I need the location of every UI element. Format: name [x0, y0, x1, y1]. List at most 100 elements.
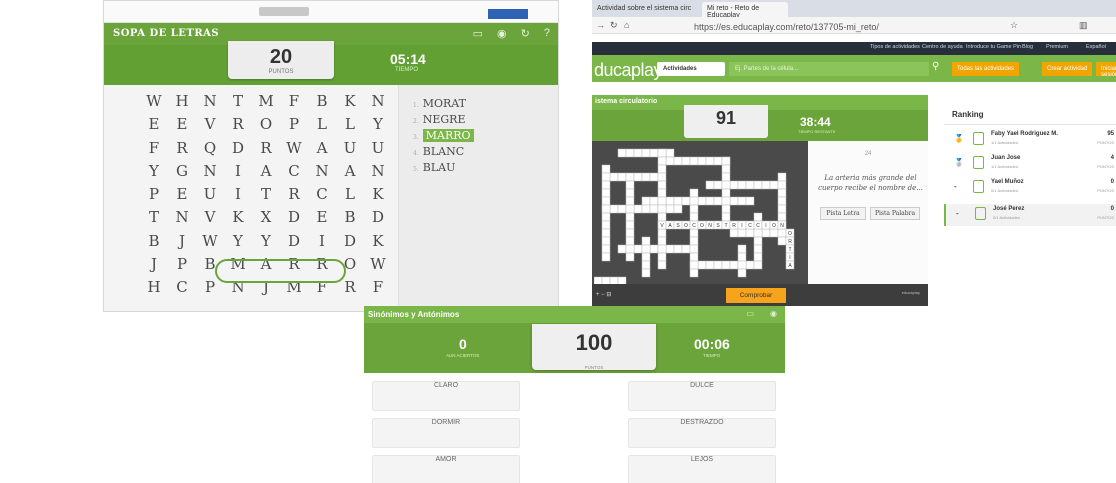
ranking-row[interactable]: 🥈 Juan Jose 1/1 Actividades 4 PUNTOS [944, 153, 1116, 175]
crossword-cell[interactable] [657, 164, 667, 174]
crossword-cell[interactable] [689, 188, 699, 198]
grid-letter[interactable]: B [140, 230, 168, 253]
crossword-cell[interactable] [697, 196, 707, 206]
grid-letter[interactable]: D [364, 206, 392, 229]
crossword-cell[interactable] [625, 180, 635, 190]
crossword-cell[interactable] [649, 172, 659, 182]
crossword-cell[interactable] [721, 260, 731, 270]
grid-letter[interactable]: K [224, 206, 252, 229]
grid-letter[interactable]: C [308, 183, 336, 206]
crossword-cell[interactable] [753, 244, 763, 254]
crossword-cell[interactable] [641, 244, 651, 254]
crossword-cell[interactable] [617, 244, 627, 254]
grid-letter[interactable]: B [336, 206, 364, 229]
crossword-cell[interactable] [673, 244, 683, 254]
crossword-cell[interactable] [601, 228, 611, 238]
crossword-cell[interactable] [641, 196, 651, 206]
grid-letter[interactable]: X [252, 206, 280, 229]
crossword-cell[interactable] [601, 164, 611, 174]
grid-letter[interactable]: C [280, 160, 308, 183]
grid-letter[interactable]: W [280, 137, 308, 160]
ranking-row[interactable]: 🥇 Faby Yael Rodriguez M. 1/1 Actividades 95… [944, 129, 1116, 151]
search-input[interactable]: Ej. Partes de la célula... [729, 62, 929, 76]
grid-letter[interactable]: F [280, 90, 308, 113]
grid-letter[interactable]: R [280, 183, 308, 206]
crossword-cell[interactable] [657, 204, 667, 214]
grid-letter[interactable]: R [252, 137, 280, 160]
back-icon[interactable]: → [596, 20, 605, 30]
crossword-cell[interactable] [601, 212, 611, 222]
library-icon[interactable]: ▥ [1079, 20, 1088, 31]
top-nav-link[interactable]: Introduce tu Game Pin [966, 44, 1021, 50]
grid-letter[interactable]: F [140, 137, 168, 160]
crossword-cell[interactable] [617, 276, 627, 284]
grid-letter[interactable]: U [196, 183, 224, 206]
crossword-cell[interactable] [617, 204, 627, 214]
crossword-cell[interactable] [625, 236, 635, 246]
crossword-cell[interactable] [689, 268, 699, 278]
crossword-cell[interactable] [641, 148, 651, 158]
crossword-cell[interactable] [737, 252, 747, 262]
grid-letter[interactable]: Y [252, 230, 280, 253]
crossword-cell[interactable] [689, 196, 699, 206]
word-card-right[interactable]: DESTRAZDO [628, 418, 776, 448]
crossword-cell[interactable] [777, 180, 787, 190]
crossword-cell[interactable] [705, 196, 715, 206]
crossword-cell[interactable] [721, 172, 731, 182]
grid-letter[interactable]: M [252, 90, 280, 113]
grid-letter[interactable]: Q [196, 137, 224, 160]
crossword-cell[interactable] [641, 252, 651, 262]
ranking-row[interactable]: - Yael Muñoz 0/1 Actividades 0 PUNTOS [944, 177, 1116, 199]
grid-letter[interactable]: T [224, 90, 252, 113]
grid-letter[interactable]: O [252, 113, 280, 136]
crossword-cell[interactable] [769, 228, 779, 238]
fullscreen-icon[interactable]: ▭ [473, 27, 483, 40]
crossword-cell[interactable] [697, 260, 707, 270]
crossword-cell[interactable] [594, 276, 603, 284]
crossword-cell[interactable] [721, 204, 731, 214]
top-nav-link[interactable]: Centro de ayuda [922, 44, 963, 50]
crossword-cell[interactable] [665, 148, 675, 158]
volume-icon[interactable]: ◉ [770, 309, 777, 318]
crossword-cell[interactable] [777, 188, 787, 198]
crossword-cell[interactable] [777, 196, 787, 206]
grid-letter[interactable]: W [196, 230, 224, 253]
crossword-cell[interactable] [657, 252, 667, 262]
grid-letter[interactable]: A [252, 160, 280, 183]
grid-letter[interactable]: C [168, 276, 196, 299]
crossword-cell[interactable] [625, 204, 635, 214]
grid-letter[interactable]: E [168, 113, 196, 136]
crossword-cell[interactable] [657, 188, 667, 198]
crossword-cell[interactable] [777, 236, 787, 246]
crossword-cell[interactable] [737, 196, 747, 206]
crossword-cell[interactable] [633, 204, 643, 214]
grid-letter[interactable]: H [168, 90, 196, 113]
crossword-cell[interactable] [625, 196, 635, 206]
crossword-cell[interactable] [753, 228, 763, 238]
reload-icon[interactable]: ↻ [610, 20, 618, 31]
crossword-cell[interactable] [657, 196, 667, 206]
crossword-cell[interactable] [721, 196, 731, 206]
grid-letter[interactable]: H [140, 276, 168, 299]
crossword-cell[interactable] [641, 260, 651, 270]
grid-letter[interactable]: E [308, 206, 336, 229]
grid-letter[interactable]: R [168, 137, 196, 160]
crossword-cell[interactable] [713, 260, 723, 270]
help-icon[interactable]: ? [544, 27, 550, 40]
crossword-cell[interactable] [601, 196, 611, 206]
grid-letter[interactable]: L [308, 113, 336, 136]
crossword-cell[interactable] [657, 260, 667, 270]
word-card-right[interactable]: LEJOS [628, 455, 776, 483]
crossword-cell[interactable] [649, 204, 659, 214]
check-button[interactable]: Comprobar [726, 288, 786, 303]
browser-tab[interactable] [259, 7, 309, 16]
crossword-cell[interactable] [641, 236, 651, 246]
crossword-cell[interactable] [729, 180, 739, 190]
crossword-cell[interactable] [609, 204, 619, 214]
crossword-cell[interactable] [737, 180, 747, 190]
crossword-cell[interactable] [737, 260, 747, 270]
grid-letter[interactable]: D [280, 206, 308, 229]
grid-letter[interactable]: A [308, 137, 336, 160]
grid-letter[interactable]: V [196, 206, 224, 229]
crossword-cell[interactable] [625, 148, 635, 158]
